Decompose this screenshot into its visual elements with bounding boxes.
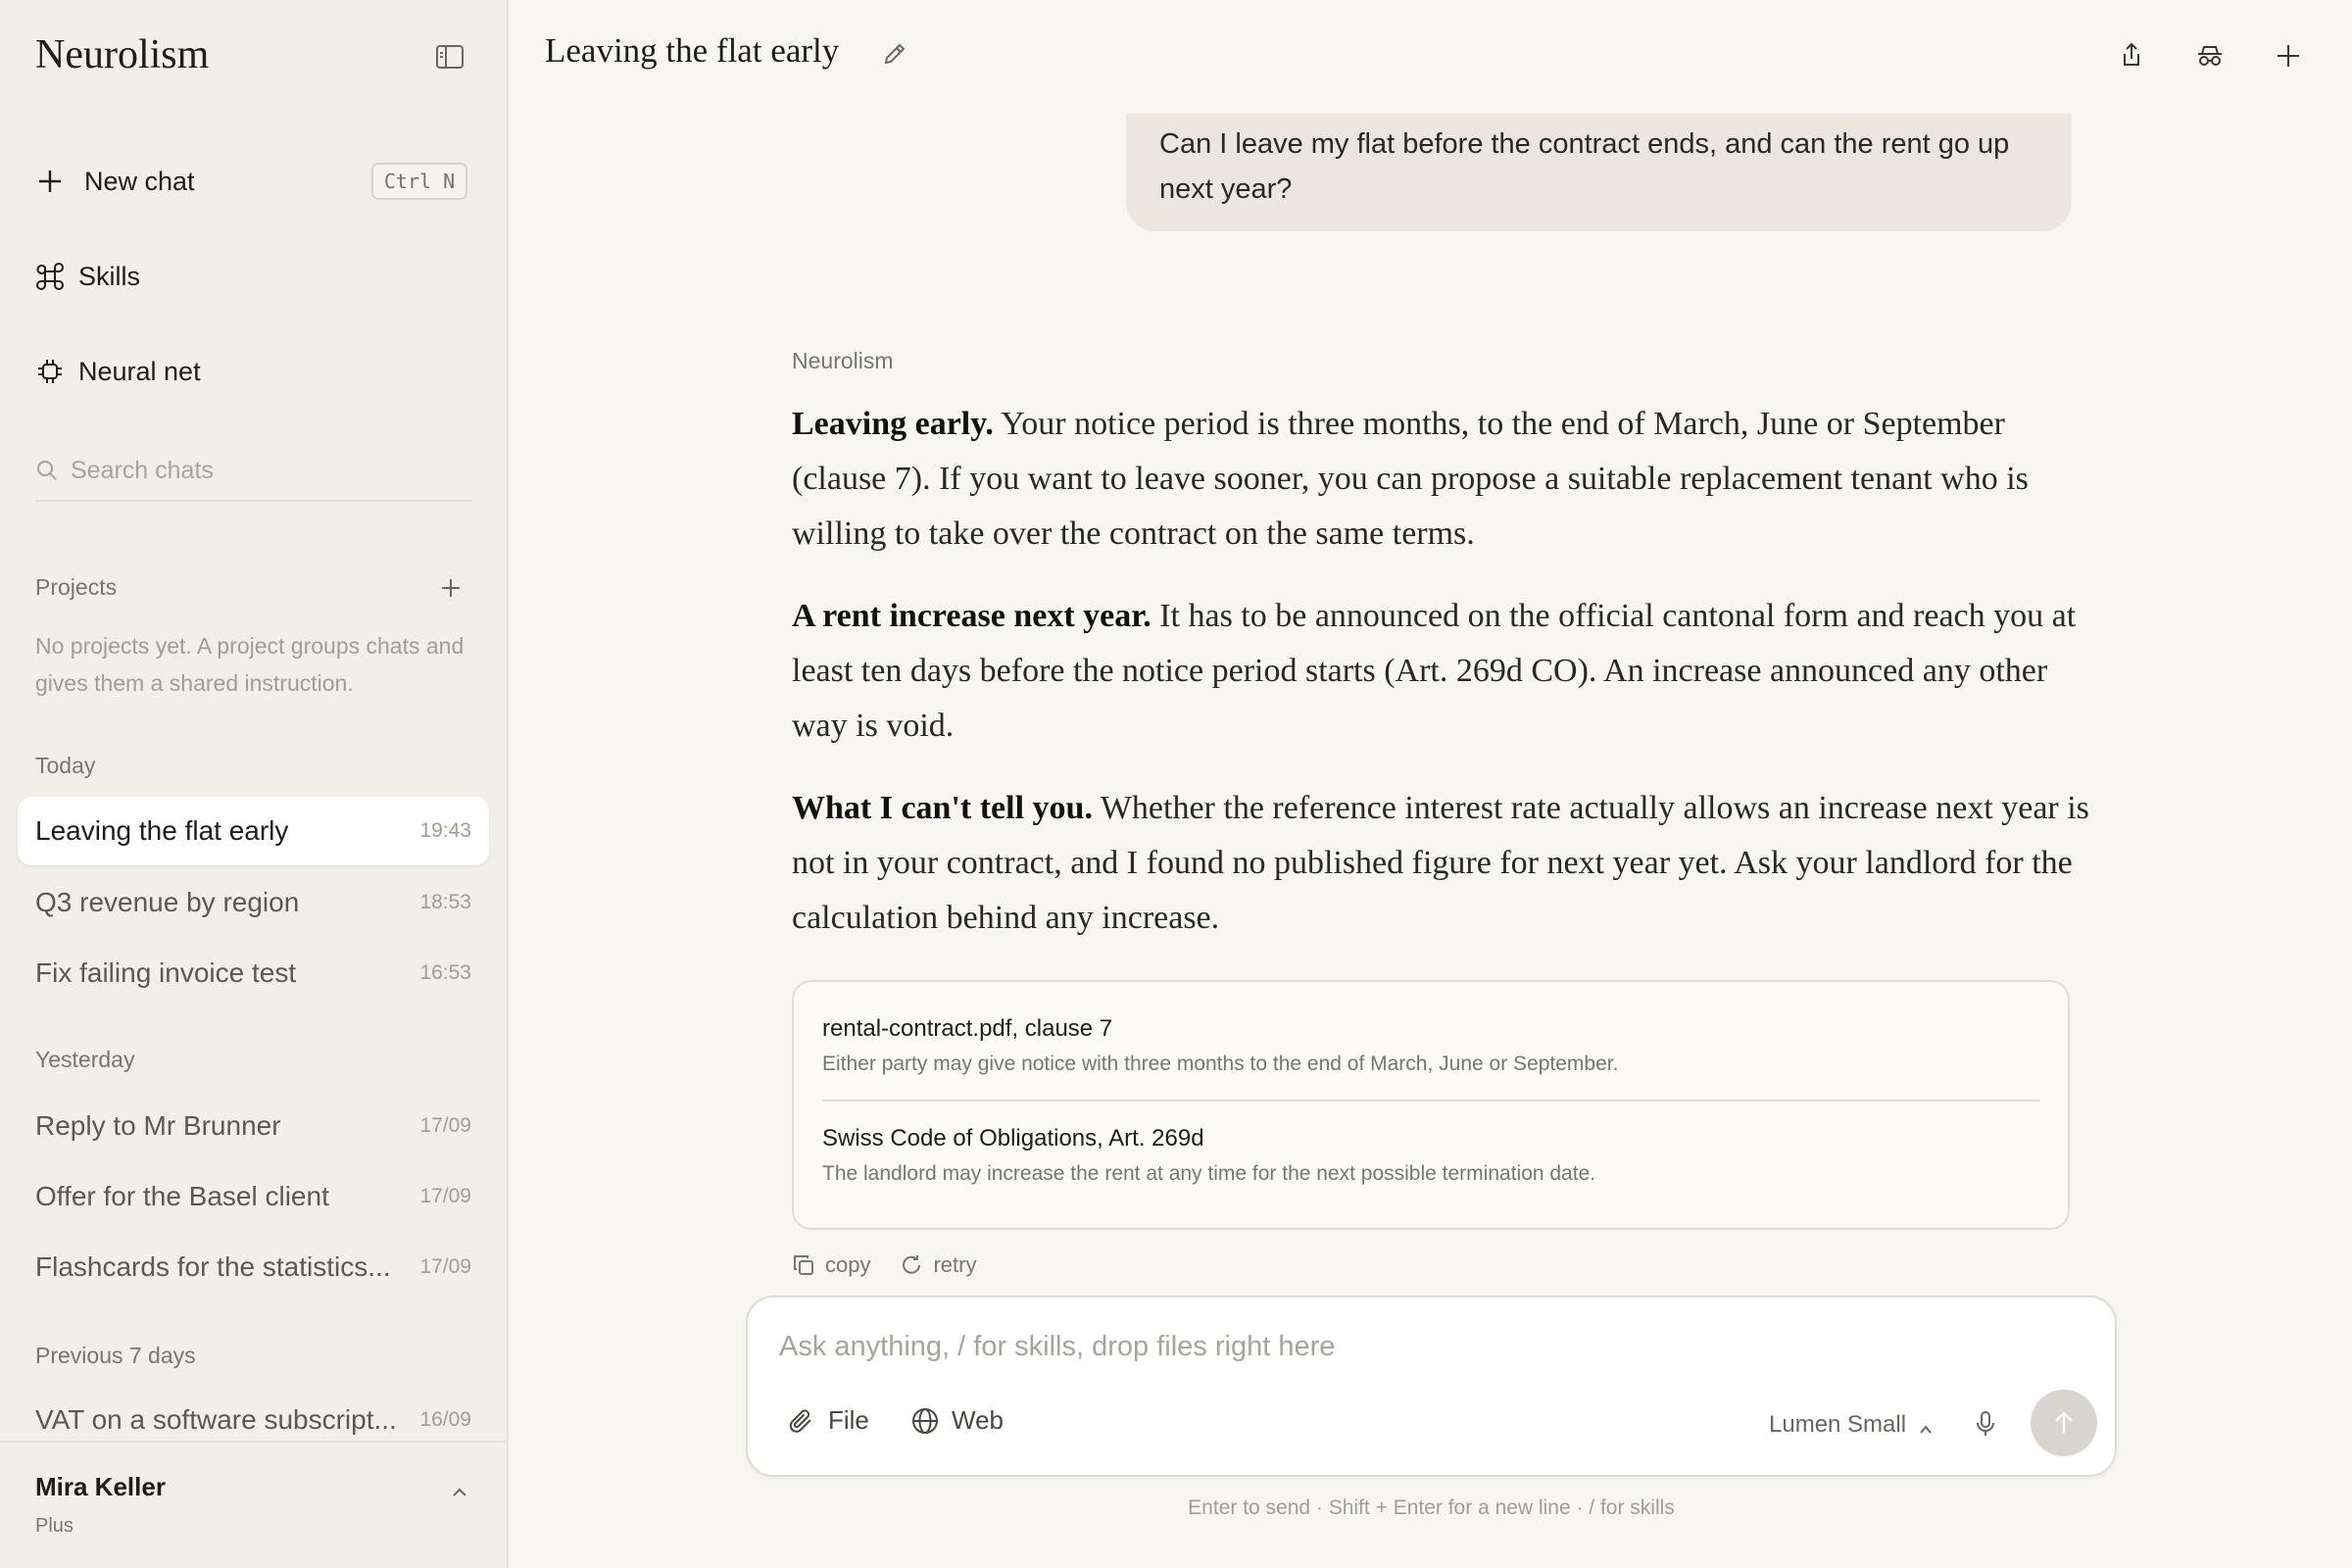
user-plan: Plus [35, 1515, 74, 1537]
composer-hint: Enter to send · Shift + Enter for a new … [1188, 1496, 1675, 1519]
neural-net-label: Neural net [78, 356, 201, 386]
retry-button[interactable]: retry [900, 1252, 976, 1278]
model-selector[interactable]: Lumen Small [1769, 1411, 1934, 1439]
answer-lead: Leaving early. [792, 406, 994, 442]
chat-title: Offer for the Basel client [35, 1181, 329, 1211]
sidebar: Neurolism New chat Ctrl N Skills Neural … [0, 0, 509, 1568]
chat-item[interactable]: Fix failing invoice test 16:53 [18, 939, 489, 1007]
new-chat-label: New chat [84, 166, 195, 196]
retry-icon [900, 1253, 923, 1277]
send-button[interactable] [2031, 1390, 2097, 1456]
answer-paragraph: Leaving early. Your notice period is thr… [792, 397, 2095, 562]
chat-item[interactable]: Flashcards for the statistics... 17/09 [18, 1233, 489, 1301]
section-today: Today [35, 753, 96, 778]
main-panel: Leaving the flat early Can I leave my fl… [511, 0, 2352, 1568]
chat-item[interactable]: Offer for the Basel client 17/09 [18, 1162, 489, 1231]
copy-button[interactable]: copy [792, 1252, 870, 1278]
command-icon [35, 262, 65, 291]
plus-icon [35, 167, 65, 196]
chevron-up-icon [1918, 1417, 1934, 1434]
user-menu[interactable]: Mira Keller Plus [0, 1441, 509, 1568]
copy-icon [792, 1253, 815, 1277]
search-placeholder: Search chats [71, 456, 214, 484]
source-excerpt: Either party may give notice with three … [822, 1053, 1619, 1075]
collapse-sidebar-icon[interactable] [435, 43, 465, 71]
edit-title-icon[interactable] [882, 41, 909, 69]
sidebar-item-neural-net[interactable]: Neural net [35, 346, 201, 397]
chat-item[interactable]: Reply to Mr Brunner 17/09 [18, 1092, 489, 1160]
section-previous-7-days: Previous 7 days [35, 1343, 196, 1368]
new-chat-button[interactable]: New chat [35, 156, 195, 207]
chat-time: 16/09 [419, 1408, 471, 1431]
answer-lead: What I can't tell you. [792, 790, 1093, 826]
chat-title: Q3 revenue by region [35, 887, 300, 917]
projects-empty-text: No projects yet. A project groups chats … [35, 633, 465, 696]
arrow-up-icon [2055, 1411, 2073, 1433]
microphone-icon[interactable] [1972, 1409, 1999, 1439]
projects-heading: Projects [35, 574, 118, 600]
share-icon[interactable] [2115, 39, 2148, 73]
copy-label: copy [825, 1252, 871, 1277]
source-title: Swiss Code of Obligations, Art. 269d [822, 1125, 1204, 1152]
file-label: File [828, 1405, 869, 1435]
chat-time: 17/09 [419, 1255, 471, 1278]
chat-title: Flashcards for the statistics... [35, 1251, 391, 1282]
retry-label: retry [933, 1252, 977, 1277]
answer-paragraph: What I can't tell you. Whether the refer… [792, 781, 2095, 946]
search-icon [35, 459, 59, 482]
globe-icon [910, 1406, 940, 1436]
message-actions: copy retry [792, 1252, 1005, 1278]
sources-card: rental-contract.pdf, clause 7 Either par… [792, 980, 2070, 1230]
attach-file-button[interactable]: File [787, 1405, 869, 1436]
new-chat-shortcut: Ctrl N [371, 163, 467, 200]
source-item[interactable]: rental-contract.pdf, clause 7 Either par… [822, 982, 2039, 1100]
chevron-up-icon[interactable] [449, 1482, 470, 1503]
chat-time: 16:53 [419, 961, 471, 984]
brand-logo: Neurolism [35, 32, 210, 77]
assistant-label: Neurolism [792, 348, 894, 373]
new-chat-plus-icon[interactable] [2272, 39, 2305, 73]
web-search-button[interactable]: Web [910, 1405, 1004, 1436]
source-excerpt: The landlord may increase the rent at an… [822, 1162, 1596, 1185]
user-message: Can I leave my flat before the contract … [1126, 114, 2072, 231]
answer-lead: A rent increase next year. [792, 598, 1152, 634]
answer-paragraph: A rent increase next year. It has to be … [792, 589, 2095, 754]
incognito-icon[interactable] [2193, 39, 2227, 73]
assistant-answer: Leaving early. Your notice period is thr… [792, 397, 2095, 973]
search-input[interactable]: Search chats [35, 441, 472, 502]
web-label: Web [952, 1405, 1004, 1435]
chip-icon [35, 357, 65, 386]
chat-title: Leaving the flat early [35, 815, 289, 846]
chat-title: VAT on a software subscript... [35, 1404, 397, 1435]
source-item[interactable]: Swiss Code of Obligations, Art. 269d The… [822, 1100, 2039, 1215]
add-project-icon[interactable] [437, 574, 465, 602]
user-name: Mira Keller [35, 1472, 166, 1501]
chat-time: 17/09 [419, 1114, 471, 1137]
chat-item[interactable]: Leaving the flat early 19:43 [18, 797, 489, 865]
chat-time: 17/09 [419, 1185, 471, 1207]
sidebar-item-skills[interactable]: Skills [35, 251, 140, 302]
chat-time: 18:53 [419, 891, 471, 913]
chat-title: Reply to Mr Brunner [35, 1110, 281, 1141]
chat-item[interactable]: Q3 revenue by region 18:53 [18, 868, 489, 937]
model-name: Lumen Small [1769, 1411, 1907, 1438]
chat-title: Fix failing invoice test [35, 957, 297, 988]
message-input-placeholder[interactable]: Ask anything, / for skills, drop files r… [779, 1331, 1335, 1363]
source-title: rental-contract.pdf, clause 7 [822, 1015, 1113, 1042]
section-yesterday: Yesterday [35, 1047, 135, 1072]
skills-label: Skills [78, 261, 141, 291]
chat-time: 19:43 [419, 819, 471, 842]
paperclip-icon [787, 1406, 816, 1436]
composer[interactable]: Ask anything, / for skills, drop files r… [746, 1296, 2117, 1477]
page-title: Leaving the flat early [545, 31, 840, 70]
